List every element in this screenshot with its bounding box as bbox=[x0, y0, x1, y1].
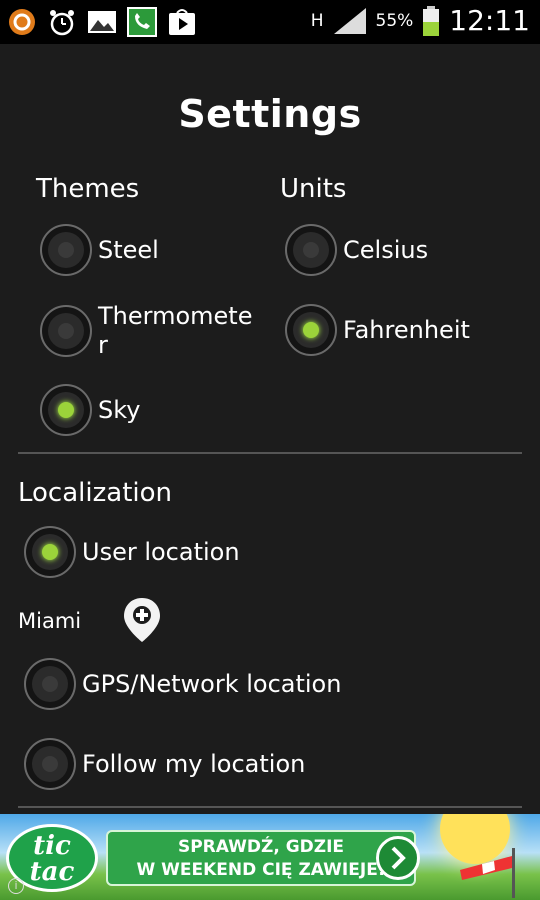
ad-text-line-1: SPRAWDŹ, GDZIE bbox=[177, 837, 345, 857]
windsock-icon bbox=[460, 848, 515, 898]
units-heading: Units bbox=[280, 174, 347, 204]
radio-button-checked[interactable] bbox=[285, 304, 337, 356]
play-store-icon bbox=[166, 6, 198, 38]
radio-button-checked[interactable] bbox=[40, 384, 92, 436]
settings-panel: Settings Themes Steel Thermomete r Sky U… bbox=[0, 44, 540, 814]
battery-icon bbox=[423, 5, 440, 36]
unit-option-celsius[interactable]: Celsius bbox=[285, 224, 428, 276]
theme-option-thermometer[interactable]: Thermomete r bbox=[40, 302, 252, 360]
option-label: Sky bbox=[98, 395, 141, 424]
clock: 12:11 bbox=[449, 4, 530, 37]
theme-option-steel[interactable]: Steel bbox=[40, 224, 159, 276]
divider bbox=[18, 806, 522, 808]
location-option-gps-network[interactable]: GPS/Network location bbox=[24, 658, 341, 710]
unit-option-fahrenheit[interactable]: Fahrenheit bbox=[285, 304, 470, 356]
ad-banner[interactable]: tic tac SPRAWDŹ, GDZIE W WEEKEND CIĘ ZAW… bbox=[0, 814, 540, 900]
option-label: Steel bbox=[98, 235, 159, 264]
page-title: Settings bbox=[178, 92, 362, 136]
chevron-right-icon bbox=[391, 846, 406, 870]
radio-button[interactable] bbox=[24, 658, 76, 710]
localization-heading: Localization bbox=[18, 478, 172, 508]
city-name: Miami bbox=[18, 609, 82, 633]
ad-arrow-button[interactable] bbox=[376, 836, 420, 880]
radio-button[interactable] bbox=[24, 738, 76, 790]
image-icon bbox=[86, 6, 118, 38]
divider bbox=[18, 452, 522, 454]
option-label: Thermomete r bbox=[98, 302, 253, 359]
ad-info-icon[interactable]: i bbox=[8, 878, 24, 894]
ad-text-line-2: W WEEKEND CIĘ ZAWIEJE! bbox=[136, 860, 386, 880]
phone-icon bbox=[126, 6, 158, 38]
radio-button-checked[interactable] bbox=[24, 526, 76, 578]
ad-message-box[interactable]: SPRAWDŹ, GDZIE W WEEKEND CIĘ ZAWIEJE! bbox=[106, 830, 416, 886]
app-notification-icon bbox=[6, 6, 38, 38]
option-label: Celsius bbox=[343, 235, 429, 264]
location-option-user[interactable]: User location bbox=[24, 526, 240, 578]
theme-option-sky[interactable]: Sky bbox=[40, 384, 140, 436]
battery-percent: 55% bbox=[375, 10, 414, 31]
radio-button[interactable] bbox=[285, 224, 337, 276]
signal-icon bbox=[333, 7, 366, 34]
status-bar: H 55% 12:11 bbox=[0, 0, 540, 44]
option-label: GPS/Network location bbox=[82, 669, 342, 698]
option-label: Follow my location bbox=[82, 749, 306, 778]
themes-heading: Themes bbox=[36, 174, 140, 204]
option-label: Fahrenheit bbox=[343, 315, 470, 344]
radio-button[interactable] bbox=[40, 305, 92, 357]
network-type-indicator: H bbox=[310, 10, 324, 31]
alarm-icon bbox=[46, 6, 78, 38]
location-option-follow[interactable]: Follow my location bbox=[24, 738, 305, 790]
add-location-pin-icon[interactable] bbox=[122, 596, 162, 644]
radio-button[interactable] bbox=[40, 224, 92, 276]
option-label: User location bbox=[82, 537, 240, 566]
